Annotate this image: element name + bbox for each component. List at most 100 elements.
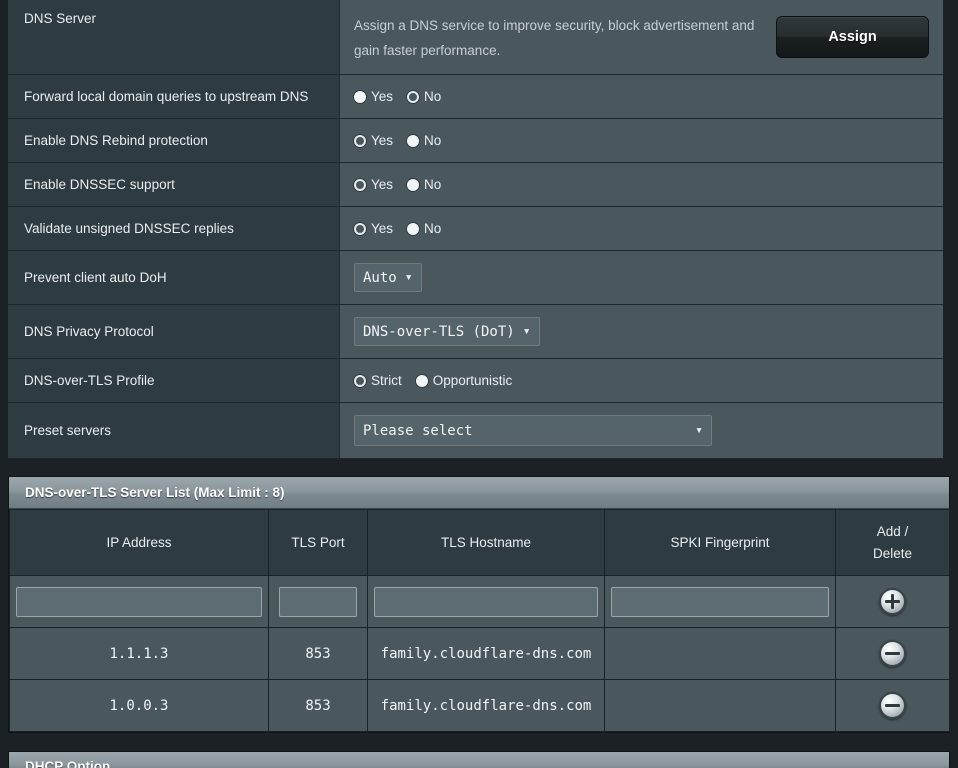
cell-tls-port: 853 — [268, 627, 368, 680]
chevron-down-icon: ▾ — [404, 270, 413, 285]
server-list-title: DNS-over-TLS Server List (Max Limit : 8) — [9, 477, 949, 509]
setting-value-validate-unsigned-dnssec: Yes No — [340, 207, 943, 250]
select-preset-servers[interactable]: Please select ▾ — [354, 415, 712, 446]
column-header-spki-fingerprint: SPKI Fingerprint — [604, 509, 836, 576]
radio-label: Yes — [371, 221, 394, 236]
cell-tls-port: 853 — [268, 679, 368, 732]
setting-label-validate-unsigned-dnssec: Validate unsigned DNSSEC replies — [8, 207, 340, 250]
radio-dnssec-support-no[interactable]: No — [407, 177, 441, 192]
radio-forward-local-domain-yes[interactable]: Yes — [354, 89, 393, 104]
radio-label: Opportunistic — [432, 373, 513, 388]
cell-spki-fingerprint — [604, 627, 836, 680]
radio-label: No — [424, 89, 442, 104]
spki-fingerprint-input[interactable] — [611, 586, 829, 617]
radio-dot-icon — [354, 178, 366, 191]
cell-ip-address: 1.1.1.3 — [9, 627, 269, 680]
column-header-add-delete: Add / Delete — [835, 509, 950, 576]
radio-dot-icon — [407, 90, 420, 103]
assign-button[interactable]: Assign — [776, 16, 929, 58]
select-prevent-client-auto-doh[interactable]: Auto ▾ — [354, 263, 422, 292]
radio-dnssec-support-yes[interactable]: Yes — [354, 177, 393, 192]
setting-value-preset-servers: Please select ▾ — [340, 403, 943, 458]
radio-group-dns-rebind-protection: Yes No — [354, 119, 441, 162]
setting-label-forward-local-domain: Forward local domain queries to upstream… — [8, 75, 340, 118]
cell-ip-address: 1.0.0.3 — [9, 679, 269, 732]
radio-validate-unsigned-dnssec-yes[interactable]: Yes — [354, 221, 393, 236]
radio-label: Strict — [371, 373, 402, 388]
setting-label-dns-rebind-protection: Enable DNS Rebind protection — [8, 119, 340, 162]
delete-row-button[interactable] — [879, 640, 906, 667]
cell-tls-hostname: family.cloudflare-dns.com — [367, 627, 605, 680]
column-header-tls-hostname: TLS Hostname — [367, 509, 605, 576]
setting-label-dns-privacy-protocol: DNS Privacy Protocol — [8, 305, 340, 358]
radio-validate-unsigned-dnssec-no[interactable]: No — [407, 221, 441, 236]
setting-row-validate-unsigned-dnssec: Validate unsigned DNSSEC replies Yes No — [8, 207, 943, 251]
setting-row-forward-local-domain: Forward local domain queries to upstream… — [8, 75, 943, 119]
radio-dot-icon — [354, 134, 366, 147]
setting-value-dns-server: Assign a DNS service to improve security… — [340, 0, 943, 74]
radio-dns-over-tls-profile-opportunistic[interactable]: Opportunistic — [415, 373, 513, 388]
cell-new-host — [367, 575, 605, 628]
dns-over-tls-server-list-panel: DNS-over-TLS Server List (Max Limit : 8)… — [8, 476, 950, 733]
dns-server-description: Assign a DNS service to improve security… — [354, 18, 755, 58]
radio-forward-local-domain-no[interactable]: No — [407, 89, 441, 104]
radio-dot-icon — [407, 178, 420, 191]
select-dns-privacy-protocol[interactable]: DNS-over-TLS (DoT) ▾ — [354, 317, 540, 346]
setting-label-preset-servers: Preset servers — [8, 403, 340, 458]
radio-label: Yes — [371, 89, 394, 104]
cell-delete-action — [835, 679, 950, 732]
column-header-tls-port: TLS Port — [268, 509, 368, 576]
table-header-row: IP Address TLS Port TLS Hostname SPKI Fi… — [9, 509, 950, 576]
select-value: Auto — [363, 269, 397, 286]
radio-label: Yes — [371, 133, 394, 148]
cell-spki-fingerprint — [604, 679, 836, 732]
router-dns-settings-page: DNS Server Assign a DNS service to impro… — [0, 0, 958, 768]
setting-row-preset-servers: Preset servers Please select ▾ — [8, 403, 943, 459]
tls-hostname-input[interactable] — [374, 586, 598, 617]
radio-dot-icon — [407, 222, 420, 235]
cell-new-port — [268, 575, 368, 628]
table-new-entry-row — [9, 575, 950, 628]
cell-add-action — [835, 575, 950, 628]
radio-dot-icon — [354, 374, 366, 387]
radio-label: No — [424, 221, 442, 236]
cell-tls-hostname: family.cloudflare-dns.com — [367, 679, 605, 732]
radio-label: No — [424, 133, 442, 148]
column-header-add-line2: Delete — [872, 545, 913, 561]
radio-group-forward-local-domain: Yes No — [354, 75, 441, 118]
select-value: Please select — [363, 422, 473, 439]
radio-dns-over-tls-profile-strict[interactable]: Strict — [354, 373, 402, 388]
setting-label-dnssec-support: Enable DNSSEC support — [8, 163, 340, 206]
radio-group-validate-unsigned-dnssec: Yes No — [354, 207, 441, 250]
table-row: 1.1.1.3 853 family.cloudflare-dns.com — [9, 627, 950, 680]
radio-dot-icon — [415, 374, 428, 387]
chevron-down-icon: ▾ — [695, 423, 703, 438]
add-row-button[interactable] — [879, 588, 906, 615]
setting-label-dns-server: DNS Server — [8, 0, 340, 74]
radio-dot-icon — [354, 222, 366, 235]
setting-value-forward-local-domain: Yes No — [340, 75, 943, 118]
delete-row-button[interactable] — [879, 692, 906, 719]
dhcp-option-panel-title: DHCP Option — [8, 751, 950, 768]
panel-gap — [0, 466, 958, 476]
radio-dot-icon — [354, 90, 366, 103]
setting-row-dnssec-support: Enable DNSSEC support Yes No — [8, 163, 943, 207]
column-header-ip-address: IP Address — [9, 509, 269, 576]
radio-dns-rebind-protection-no[interactable]: No — [407, 133, 441, 148]
setting-value-dns-over-tls-profile: Strict Opportunistic — [340, 359, 943, 402]
setting-row-dns-server: DNS Server Assign a DNS service to impro… — [8, 0, 943, 75]
table-row: 1.0.0.3 853 family.cloudflare-dns.com — [9, 679, 950, 732]
chevron-down-icon: ▾ — [522, 324, 531, 339]
setting-row-dns-privacy-protocol: DNS Privacy Protocol DNS-over-TLS (DoT) … — [8, 305, 943, 359]
column-header-add-line1: Add / — [876, 523, 909, 539]
tls-port-input[interactable] — [279, 586, 357, 617]
radio-label: Yes — [371, 177, 394, 192]
setting-value-dns-rebind-protection: Yes No — [340, 119, 943, 162]
ip-address-input[interactable] — [16, 586, 262, 617]
cell-new-ip — [9, 575, 269, 628]
setting-row-prevent-client-auto-doh: Prevent client auto DoH Auto ▾ — [8, 251, 943, 305]
cell-new-spki — [604, 575, 836, 628]
setting-value-dnssec-support: Yes No — [340, 163, 943, 206]
radio-dns-rebind-protection-yes[interactable]: Yes — [354, 133, 393, 148]
radio-group-dnssec-support: Yes No — [354, 163, 441, 206]
